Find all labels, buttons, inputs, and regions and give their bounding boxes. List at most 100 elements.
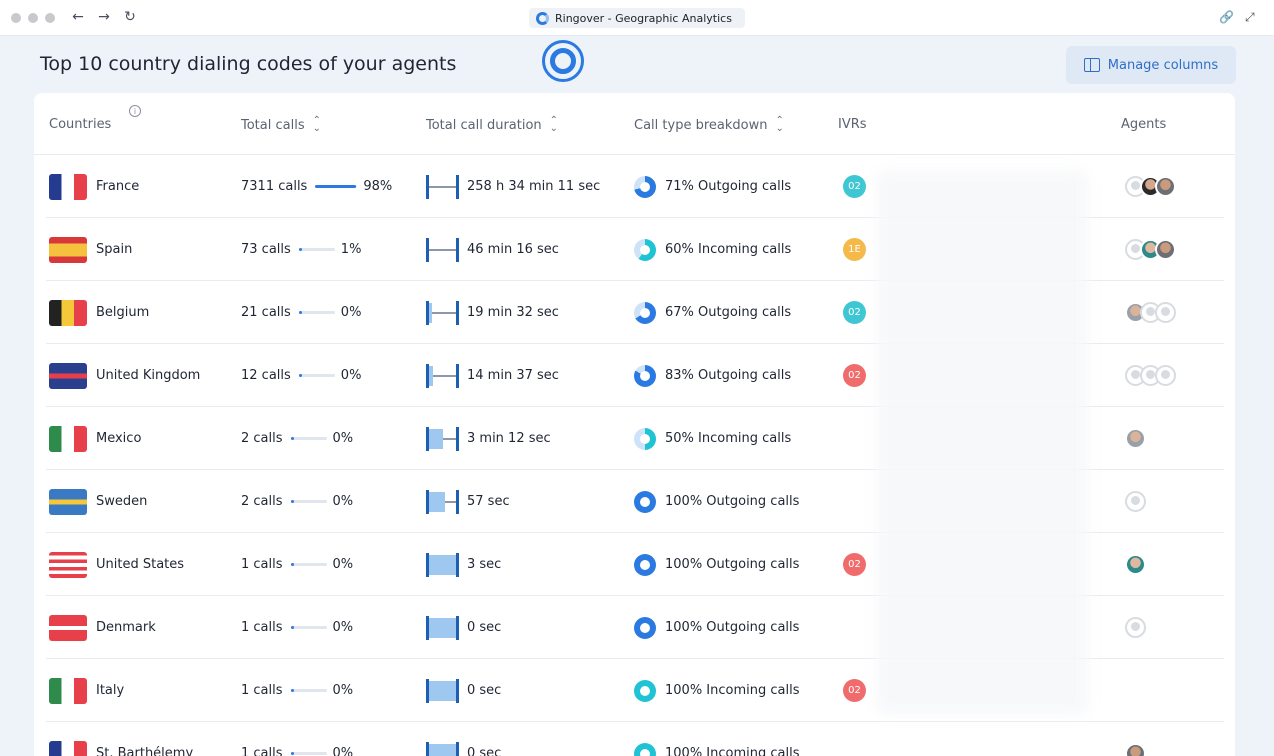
calls-share-percent: 0% bbox=[332, 683, 354, 698]
duration-value: 0 sec bbox=[467, 683, 502, 698]
call-type-breakdown-cell: 60% Incoming calls bbox=[634, 218, 791, 281]
agents-cell bbox=[1125, 218, 1176, 281]
sort-icon[interactable]: ⌃ ⌄ bbox=[313, 116, 321, 134]
agents-cell bbox=[1125, 281, 1176, 344]
flag-spain-icon bbox=[49, 236, 87, 263]
duration-value: 14 min 37 sec bbox=[467, 368, 559, 383]
link-icon[interactable]: 🔗 bbox=[1219, 10, 1234, 24]
columns-icon bbox=[1083, 58, 1100, 72]
country-cell: Spain bbox=[49, 218, 132, 281]
breakdown-donut-icon bbox=[634, 301, 656, 324]
flag-denmark-icon bbox=[49, 614, 87, 641]
ivr-badge[interactable]: 1E bbox=[843, 238, 866, 261]
agent-avatar[interactable] bbox=[1155, 302, 1176, 323]
calls-share-bar bbox=[298, 248, 335, 251]
table-header: Countries i Total calls ⌃ ⌄ Total call du… bbox=[34, 93, 1235, 155]
calls-count: 73 calls bbox=[241, 242, 291, 257]
ivr-badge[interactable]: 02 bbox=[843, 553, 866, 576]
calls-count: 7311 calls bbox=[241, 179, 308, 194]
calls-count: 1 calls bbox=[241, 557, 283, 572]
duration-value: 0 sec bbox=[467, 746, 502, 756]
call-type-breakdown-cell: 71% Outgoing calls bbox=[634, 155, 791, 218]
duration-range-icon bbox=[426, 489, 459, 514]
agents-cell bbox=[1125, 407, 1146, 470]
call-type-breakdown-cell: 100% Outgoing calls bbox=[634, 596, 799, 659]
column-header-total-call-duration[interactable]: Total call duration ⌃ ⌄ bbox=[426, 116, 558, 134]
column-header-agents[interactable]: Agents bbox=[1121, 117, 1166, 132]
flag-uk-icon bbox=[49, 362, 87, 389]
country-name: Denmark bbox=[96, 620, 156, 635]
duration-value: 0 sec bbox=[467, 620, 502, 635]
breakdown-donut-icon bbox=[634, 742, 656, 756]
country-name: Spain bbox=[96, 242, 133, 257]
browser-tab[interactable]: Ringover - Geographic Analytics bbox=[529, 8, 745, 28]
agents-cell bbox=[1125, 596, 1146, 659]
expand-icon[interactable]: ⤢ bbox=[1245, 10, 1255, 25]
country-cell: France bbox=[49, 155, 139, 218]
agent-avatar[interactable] bbox=[1125, 554, 1146, 575]
agent-avatar[interactable] bbox=[1155, 176, 1176, 197]
calls-share-bar bbox=[290, 752, 327, 755]
table-row[interactable]: St. Barthélemy 1 calls 0% 0 sec 100% Incomin… bbox=[46, 722, 1224, 756]
breakdown-donut-icon bbox=[634, 553, 656, 576]
country-name: United Kingdom bbox=[96, 368, 201, 383]
reload-icon[interactable]: ↻ bbox=[121, 9, 139, 25]
flag-sweden-icon bbox=[49, 488, 87, 515]
minimize-window-dot[interactable] bbox=[28, 13, 38, 23]
ivr-badge[interactable]: 02 bbox=[843, 301, 866, 324]
agent-avatar[interactable] bbox=[1125, 617, 1146, 638]
blurred-overlay bbox=[876, 170, 1088, 715]
ivr-badge[interactable]: 02 bbox=[843, 679, 866, 702]
calls-share-bar bbox=[290, 437, 327, 440]
duration-value: 3 min 12 sec bbox=[467, 431, 551, 446]
column-header-countries[interactable]: Countries i bbox=[49, 105, 141, 132]
back-arrow-icon[interactable]: ← bbox=[69, 9, 87, 25]
duration-value: 57 sec bbox=[467, 494, 510, 509]
total-calls-cell: 2 calls 0% bbox=[241, 407, 353, 470]
manage-columns-button[interactable]: Manage columns bbox=[1066, 46, 1236, 84]
breakdown-label: 100% Incoming calls bbox=[665, 746, 800, 756]
flag-france-icon bbox=[49, 740, 87, 756]
agent-avatar[interactable] bbox=[1125, 491, 1146, 512]
breakdown-donut-icon bbox=[634, 238, 656, 261]
breakdown-label: 50% Incoming calls bbox=[665, 431, 792, 446]
calls-share-bar bbox=[298, 311, 335, 314]
info-icon[interactable]: i bbox=[129, 105, 141, 117]
calls-share-percent: 98% bbox=[363, 179, 393, 194]
total-calls-cell: 73 calls 1% bbox=[241, 218, 361, 281]
call-type-breakdown-cell: 83% Outgoing calls bbox=[634, 344, 791, 407]
close-window-dot[interactable] bbox=[11, 13, 21, 23]
calls-count: 1 calls bbox=[241, 620, 283, 635]
column-header-ivrs[interactable]: IVRs bbox=[838, 117, 867, 132]
forward-arrow-icon[interactable]: → bbox=[95, 9, 113, 25]
duration-value: 258 h 34 min 11 sec bbox=[467, 179, 601, 194]
agents-cell bbox=[1125, 470, 1146, 533]
total-duration-cell: 0 sec bbox=[426, 659, 501, 722]
agent-avatar[interactable] bbox=[1125, 743, 1146, 756]
total-duration-cell: 3 min 12 sec bbox=[426, 407, 551, 470]
breakdown-donut-icon bbox=[634, 427, 656, 450]
agent-avatar[interactable] bbox=[1155, 365, 1176, 386]
country-cell: Belgium bbox=[49, 281, 149, 344]
ivr-badge[interactable]: 02 bbox=[843, 175, 866, 198]
total-calls-cell: 7311 calls 98% bbox=[241, 155, 392, 218]
agent-avatar[interactable] bbox=[1155, 239, 1176, 260]
duration-range-icon bbox=[426, 237, 459, 262]
agents-cell bbox=[1125, 344, 1176, 407]
column-header-total-calls[interactable]: Total calls ⌃ ⌄ bbox=[241, 116, 321, 134]
agent-avatar[interactable] bbox=[1125, 428, 1146, 449]
flag-mexico-icon bbox=[49, 425, 87, 452]
maximize-window-dot[interactable] bbox=[45, 13, 55, 23]
ringover-logo-icon bbox=[536, 11, 549, 25]
calls-share-bar bbox=[290, 563, 327, 566]
calls-share-percent: 1% bbox=[340, 242, 362, 257]
sort-icon[interactable]: ⌃ ⌄ bbox=[775, 116, 783, 134]
ivr-badge[interactable]: 02 bbox=[843, 364, 866, 387]
breakdown-label: 100% Outgoing calls bbox=[665, 494, 800, 509]
total-duration-cell: 0 sec bbox=[426, 596, 501, 659]
call-type-breakdown-cell: 100% Outgoing calls bbox=[634, 470, 799, 533]
sort-icon[interactable]: ⌃ ⌄ bbox=[550, 116, 558, 134]
ivr-cell: 02 bbox=[843, 659, 866, 722]
column-header-call-type-breakdown[interactable]: Call type breakdown ⌃ ⌄ bbox=[634, 116, 784, 134]
flag-france-icon bbox=[49, 173, 87, 200]
